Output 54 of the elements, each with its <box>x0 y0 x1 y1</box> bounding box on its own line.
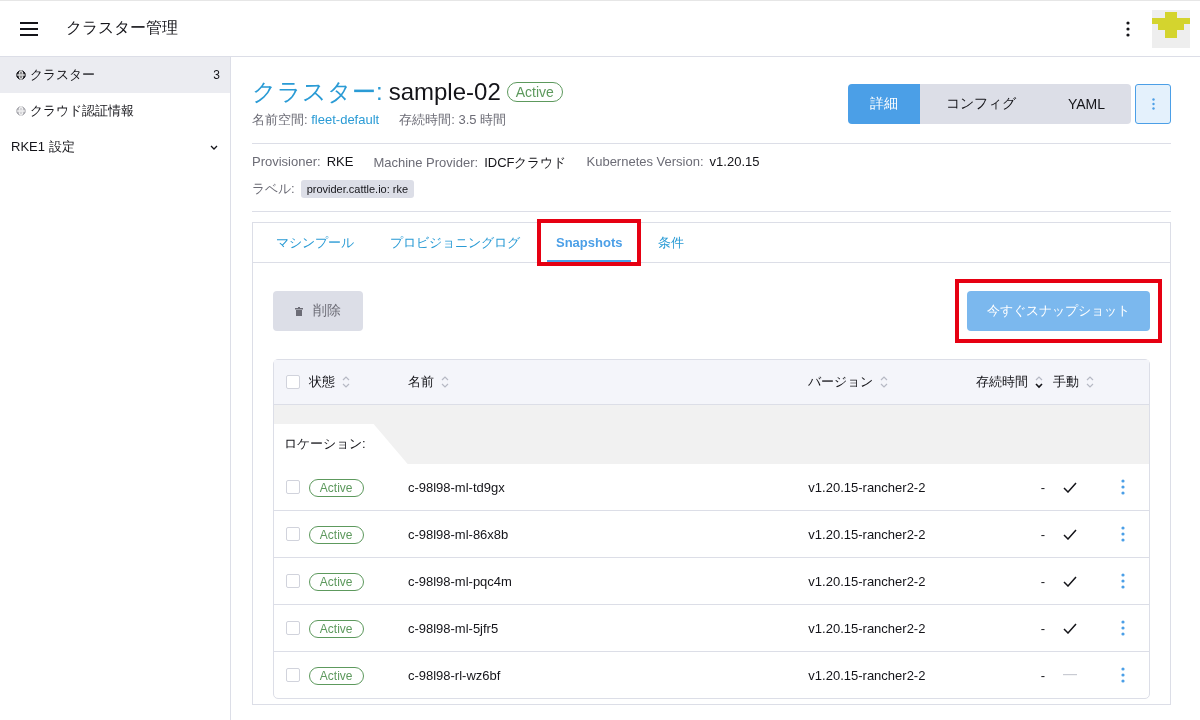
table-cell: - <box>976 605 1054 652</box>
row-checkbox[interactable] <box>286 527 300 541</box>
column-header[interactable]: バージョン <box>808 373 874 391</box>
detail-label: Machine Provider: <box>373 155 479 170</box>
avatar-icon[interactable] <box>1152 9 1190 48</box>
row-checkbox[interactable] <box>286 668 300 682</box>
namespace-label: 名前空間: <box>252 112 308 127</box>
more-options-icon <box>1151 98 1155 110</box>
cluster-name: sample-02 <box>388 78 501 106</box>
table-cell: v1.20.15-rancher2-2 <box>808 464 977 511</box>
detail-label: Kubernetes Version: <box>586 154 704 169</box>
table-cell-text: - <box>1039 666 1047 685</box>
column-header[interactable]: 手動 <box>1053 373 1080 391</box>
table-cell-text: c-98l98-rl-wz6bf <box>407 666 502 685</box>
table-cell: c-98l98-ml-86x8b <box>407 511 809 558</box>
detail-label: Provisioner: <box>252 154 321 169</box>
chevron-icon <box>210 143 218 151</box>
detail-value: v1.20.15 <box>709 154 760 169</box>
row-checkbox[interactable] <box>286 621 300 635</box>
globe-icon <box>16 70 26 80</box>
table-cell: v1.20.15-rancher2-2 <box>808 558 977 605</box>
column-header[interactable]: 状態 <box>308 373 335 391</box>
row-checkbox[interactable] <box>286 480 300 494</box>
column-header[interactable]: 名前 <box>407 373 434 391</box>
sidebar-group[interactable]: RKE1 設定 <box>0 129 230 165</box>
page-title: クラスター管理 <box>66 18 179 38</box>
view-toggle-button[interactable]: コンフィグ <box>919 84 1042 124</box>
detail-value: RKE <box>326 154 354 169</box>
trash-icon <box>295 306 303 316</box>
item-count: 3 <box>213 68 220 82</box>
table-cell-text: v1.20.15-rancher2-2 <box>808 666 927 685</box>
sidebar-item[interactable]: クラウド認証情報 <box>0 93 230 129</box>
view-toggle-button[interactable]: YAML <box>1041 84 1131 124</box>
table-cell: c-98l98-ml-td9gx <box>407 464 809 511</box>
table-cell: v1.20.15-rancher2-2 <box>808 605 977 652</box>
globe-icon <box>16 106 26 116</box>
more-options-button[interactable] <box>1135 84 1171 124</box>
age-text: 存続時間: 3.5 時間 <box>399 111 507 129</box>
more-options-icon[interactable] <box>1126 20 1130 37</box>
sidebar-item[interactable]: クラスター 3 <box>0 57 230 93</box>
table-cell: c-98l98-ml-pqc4m <box>407 558 809 605</box>
table-cell: - <box>976 464 1054 511</box>
sort-icon[interactable] <box>1034 375 1045 389</box>
group-label: ロケーション: <box>274 424 408 464</box>
label-tag: provider.cattle.io: rke <box>300 180 415 198</box>
menu-icon[interactable] <box>20 21 38 36</box>
row-checkbox[interactable] <box>286 574 300 588</box>
table-cell: v1.20.15-rancher2-2 <box>808 511 977 558</box>
table-cell: - <box>976 558 1054 605</box>
detail-label: ラベル: <box>252 181 295 196</box>
detail-value: IDCFクラウド <box>484 155 567 170</box>
table-cell: - <box>976 511 1054 558</box>
table-cell: c-98l98-ml-5jfr5 <box>407 605 809 652</box>
select-all-checkbox[interactable] <box>286 375 300 389</box>
